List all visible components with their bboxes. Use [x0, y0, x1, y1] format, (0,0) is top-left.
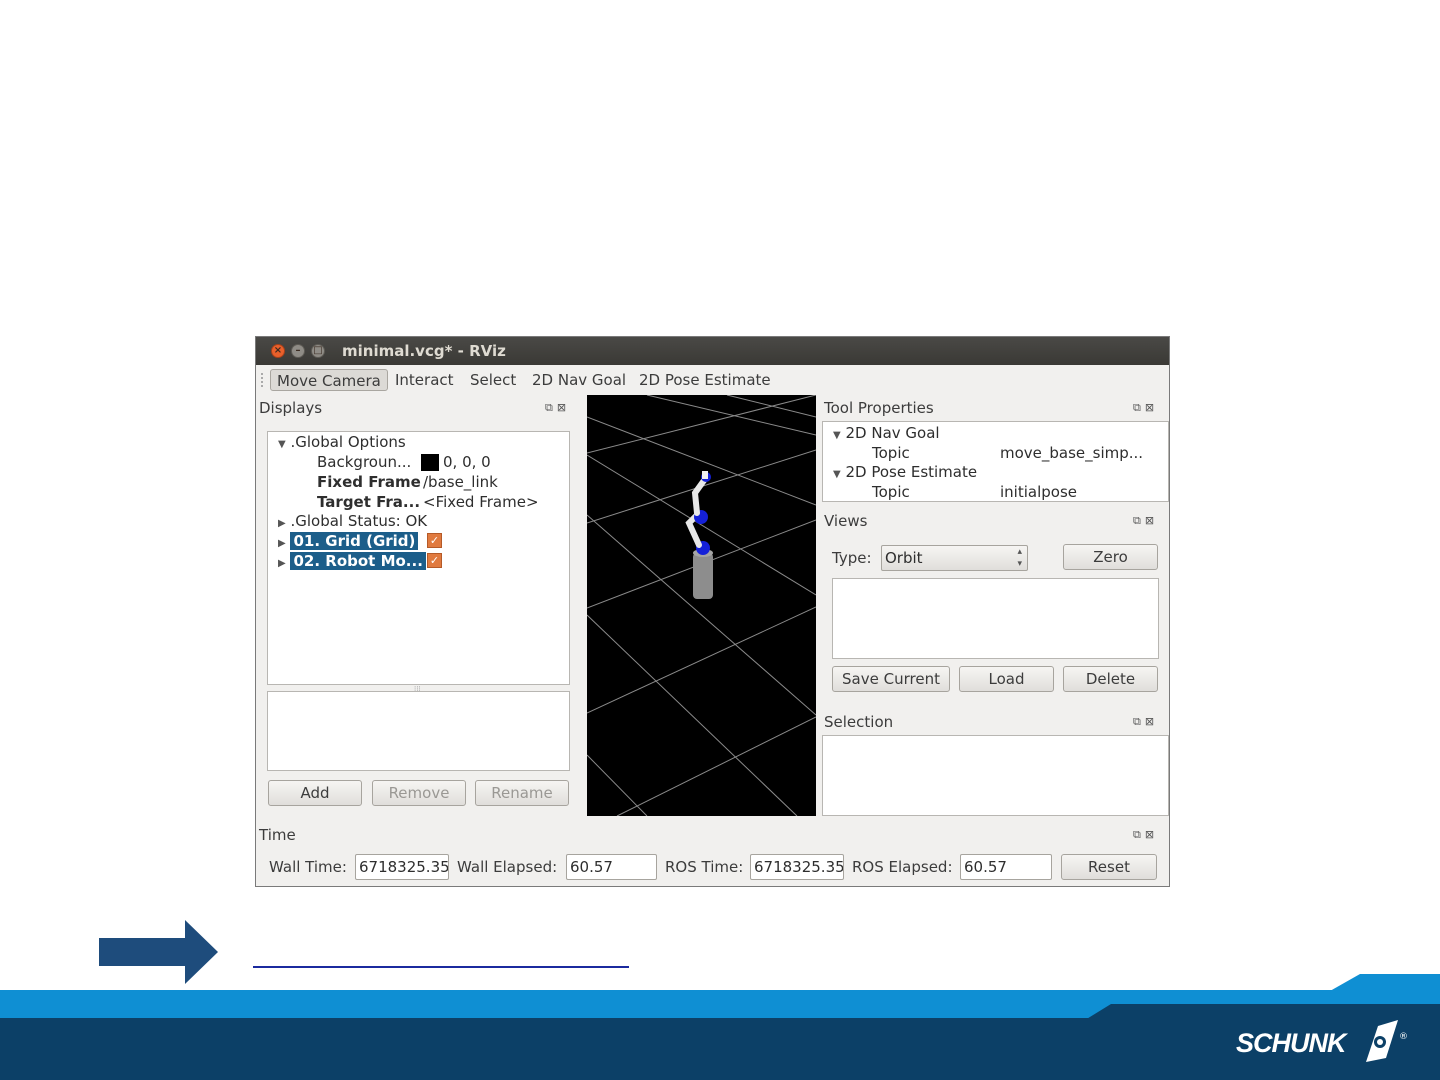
- displays-dock-icons[interactable]: ⧉⊠: [545, 401, 570, 415]
- delete-view-button[interactable]: Delete: [1063, 666, 1158, 692]
- expanded-arrow-icon[interactable]: ▼: [278, 439, 286, 450]
- load-view-button[interactable]: Load: [959, 666, 1054, 692]
- display-description-box: [267, 691, 570, 771]
- wall-time-label: Wall Time:: [269, 858, 347, 876]
- pose-estimate-label: 2D Pose Estimate: [845, 463, 978, 481]
- tree-row-global-status[interactable]: ▶ .Global Status: OK: [278, 511, 427, 531]
- fixed-frame-label: Fixed Frame: [317, 473, 421, 491]
- selection-dock-icons[interactable]: ⧉⊠: [1133, 715, 1158, 729]
- link-underline[interactable]: [253, 966, 629, 968]
- nav-goal-topic-label: Topic: [872, 444, 910, 462]
- nav-goal-topic-value[interactable]: move_base_simp...: [1000, 443, 1143, 463]
- footer-band: [0, 1018, 1440, 1080]
- views-dock-icons[interactable]: ⧉⊠: [1133, 514, 1158, 528]
- tree-row-grid[interactable]: ▶ 01. Grid (Grid): [278, 531, 419, 551]
- rviz-window: × – □ minimal.vcg* - RViz Move Camera In…: [255, 336, 1170, 887]
- tool-2d-nav-goal[interactable]: 2D Nav Goal: [526, 369, 632, 391]
- schunk-logo-icon: [1366, 1020, 1398, 1062]
- view-type-value: Orbit: [885, 549, 923, 567]
- tree-row-global-options[interactable]: ▼ .Global Options: [278, 432, 406, 452]
- saved-views-list[interactable]: [832, 578, 1159, 659]
- registered-mark: ®: [1399, 1032, 1408, 1042]
- tool-properties-dock-icons[interactable]: ⧉⊠: [1133, 401, 1158, 415]
- ros-elapsed-field[interactable]: 60.57: [960, 854, 1052, 880]
- reset-time-button[interactable]: Reset: [1061, 854, 1157, 880]
- views-title: Views: [824, 512, 868, 530]
- global-status-label: .Global Status: OK: [290, 512, 428, 530]
- displays-tree: ▼ .Global Options Backgroun... 0, 0, 0 F…: [267, 431, 570, 685]
- close-icon: ×: [273, 345, 283, 356]
- nav-goal-label: 2D Nav Goal: [845, 424, 940, 442]
- tool-properties-tree: ▼ 2D Nav Goal Topic move_base_simp... ▼ …: [822, 421, 1169, 502]
- render-viewport[interactable]: [587, 395, 816, 816]
- expanded-arrow-icon[interactable]: ▼: [833, 469, 841, 480]
- tool-2d-pose-estimate[interactable]: 2D Pose Estimate: [633, 369, 777, 391]
- close-window-button[interactable]: ×: [271, 344, 285, 358]
- global-options-label: .Global Options: [290, 433, 406, 451]
- time-title: Time: [259, 826, 296, 844]
- rename-display-button[interactable]: Rename: [475, 780, 569, 806]
- tool-move-camera[interactable]: Move Camera: [270, 369, 388, 391]
- ros-time-field[interactable]: 6718325.35: [750, 854, 844, 880]
- minimize-window-button[interactable]: –: [291, 344, 305, 358]
- tool-properties-title: Tool Properties: [824, 399, 934, 417]
- add-display-button[interactable]: Add: [268, 780, 362, 806]
- selection-tree: [822, 735, 1169, 816]
- robot-arm-model: [685, 471, 713, 599]
- tree-row-nav-goal[interactable]: ▼ 2D Nav Goal: [833, 423, 940, 443]
- robot-model-display-label: 02. Robot Mo...: [290, 552, 426, 570]
- background-label: Backgroun...: [317, 453, 412, 471]
- reference-grid: [587, 395, 816, 816]
- wall-time-field[interactable]: 6718325.35: [355, 854, 449, 880]
- wall-elapsed-field[interactable]: 60.57: [566, 854, 657, 880]
- tool-interact[interactable]: Interact: [389, 369, 460, 391]
- maximize-icon: □: [313, 345, 323, 356]
- view-type-label: Type:: [832, 549, 872, 567]
- window-title: minimal.vcg* - RViz: [342, 342, 506, 360]
- remove-display-button[interactable]: Remove: [372, 780, 466, 806]
- collapsed-arrow-icon[interactable]: ▶: [278, 518, 286, 529]
- collapsed-arrow-icon[interactable]: ▶: [278, 558, 286, 569]
- zero-button[interactable]: Zero: [1063, 544, 1158, 570]
- ros-elapsed-label: ROS Elapsed:: [852, 858, 953, 876]
- tool-select[interactable]: Select: [464, 369, 522, 391]
- selection-title: Selection: [824, 713, 894, 731]
- fixed-frame-value[interactable]: /base_link: [423, 472, 498, 492]
- schunk-logo-text: SCHUNK: [1236, 1028, 1347, 1058]
- target-frame-label: Target Fra...: [317, 493, 421, 511]
- grid-and-robot-view: [587, 395, 816, 816]
- right-arrow-icon: [99, 920, 218, 984]
- wall-elapsed-label: Wall Elapsed:: [457, 858, 558, 876]
- footer-accent-wedge: [1330, 974, 1440, 991]
- background-color-swatch[interactable]: [421, 454, 439, 471]
- collapsed-arrow-icon[interactable]: ▶: [278, 538, 286, 549]
- background-value[interactable]: 0, 0, 0: [443, 452, 491, 472]
- minimize-icon: –: [295, 345, 301, 356]
- pose-estimate-topic-label: Topic: [872, 483, 910, 501]
- pose-estimate-topic-value[interactable]: initialpose: [1000, 482, 1077, 502]
- save-current-view-button[interactable]: Save Current: [832, 666, 950, 692]
- displays-title: Displays: [259, 399, 323, 417]
- tree-row-pose-estimate[interactable]: ▼ 2D Pose Estimate: [833, 462, 977, 482]
- expanded-arrow-icon[interactable]: ▼: [833, 430, 841, 441]
- grid-display-label: 01. Grid (Grid): [290, 532, 419, 550]
- title-bar: × – □ minimal.vcg* - RViz: [256, 337, 1169, 365]
- target-frame-value[interactable]: <Fixed Frame>: [423, 492, 539, 512]
- robot-model-enabled-checkbox[interactable]: ✓: [427, 553, 442, 568]
- grid-enabled-checkbox[interactable]: ✓: [427, 533, 442, 548]
- view-type-select[interactable]: Orbit ▴ ▾: [881, 545, 1028, 571]
- toolbar: Move Camera Interact Select 2D Nav Goal …: [256, 365, 1169, 395]
- toolbar-handle-icon[interactable]: [261, 373, 266, 387]
- maximize-window-button[interactable]: □: [311, 344, 325, 358]
- ros-time-label: ROS Time:: [665, 858, 744, 876]
- time-dock-icons[interactable]: ⧉⊠: [1133, 828, 1158, 842]
- tree-row-robot-model[interactable]: ▶ 02. Robot Mo...: [278, 551, 426, 571]
- spinner-arrows-icon: ▴ ▾: [1017, 547, 1022, 569]
